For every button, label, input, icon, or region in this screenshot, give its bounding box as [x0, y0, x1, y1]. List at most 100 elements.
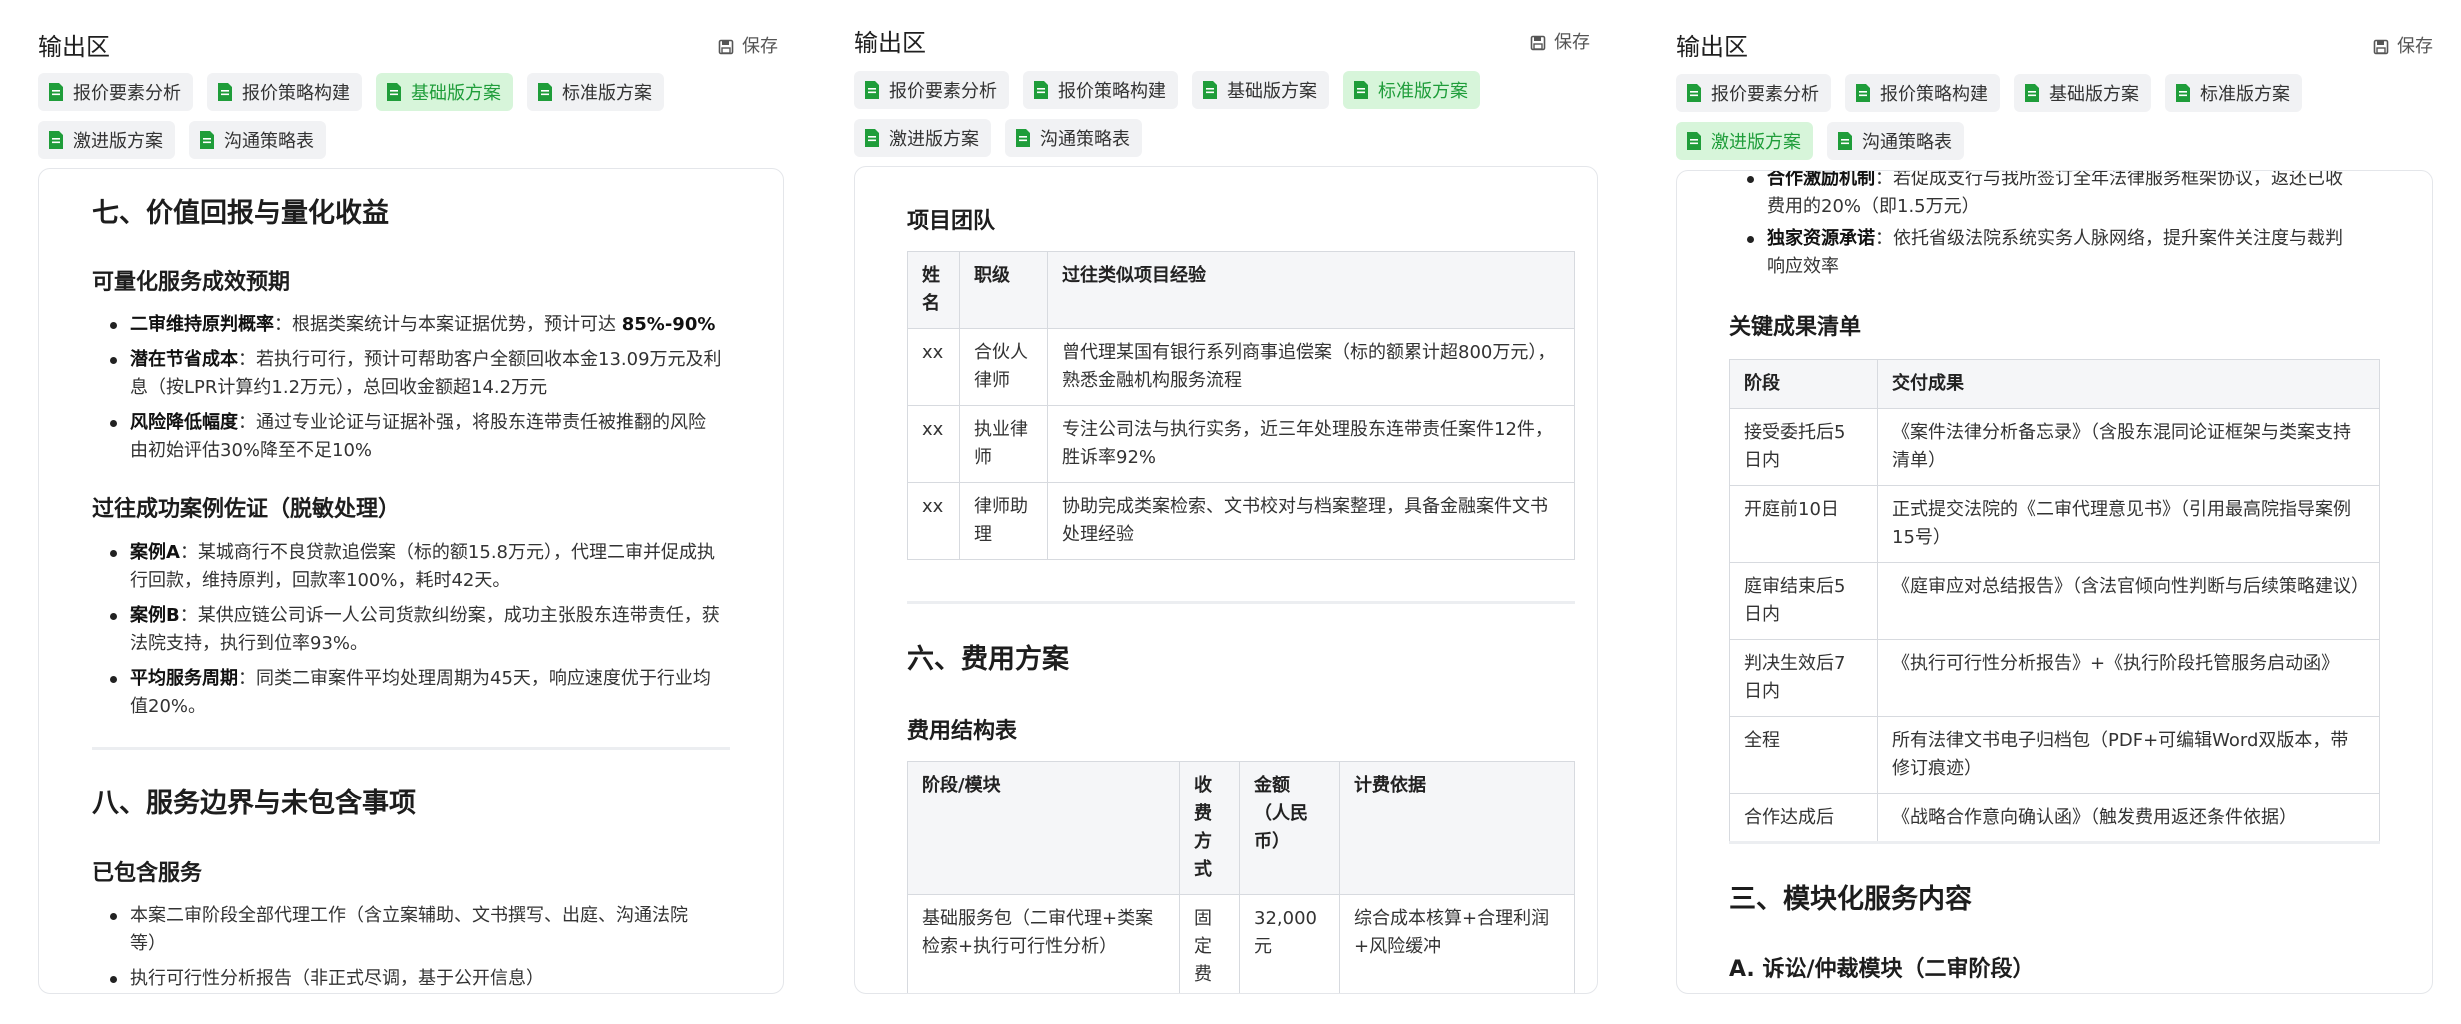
table-row: 开庭前10日 正式提交法院的《二审代理意见书》（引用最高院指导案例15号）	[1729, 485, 2380, 563]
list-item: 平均服务周期：同类二审案件平均处理周期为45天，响应速度优于行业均 值20%。	[92, 665, 730, 721]
document-card[interactable]: 合作激励机制：若促成支行与我所签订全年法律服务框架协议，返还已收 费用的20%（即…	[1676, 170, 2433, 994]
subsection-heading: 过往成功案例佐证（脱敏处理）	[92, 497, 401, 522]
tab-label: 基础版方案	[2049, 84, 2139, 105]
save-label: 保存	[742, 36, 778, 57]
tab-quote-strategy[interactable]: 报价策略构建	[1023, 71, 1178, 109]
table-header: 阶段/模块	[907, 761, 1180, 895]
document-icon	[1203, 81, 1217, 99]
panel-title: 输出区	[38, 33, 110, 61]
tab-basic-plan[interactable]: 基础版方案	[376, 73, 513, 111]
document-card[interactable]: 七、价值回报与量化收益 可量化服务成效预期 二审维持原判概率：根据类案统计与本案…	[38, 168, 784, 994]
document-icon	[49, 83, 63, 101]
save-icon	[1530, 35, 1546, 51]
tab-quote-factor-analysis[interactable]: 报价要素分析	[38, 73, 193, 111]
output-panel-3: 输出区 保存 报价要素分析 报价策略构建 基础版方案 标准版方案 激进版方案 沟…	[1638, 0, 2461, 1024]
list-item: 本案二审阶段全部代理工作（含立案辅助、文书撰写、出庭、沟通法院 等）	[92, 902, 730, 958]
tab-label: 基础版方案	[1227, 81, 1317, 102]
section-heading: 七、价值回报与量化收益	[92, 198, 389, 229]
table-row: 判决生效后7日内 《执行可行性分析报告》+《执行阶段托管服务启动函》	[1729, 639, 2380, 717]
tab-quote-strategy[interactable]: 报价策略构建	[207, 73, 362, 111]
panel-header: 输出区 保存	[1676, 30, 2433, 64]
list-item: 案例A：某城商行不良贷款追偿案（标的额15.8万元），代理二审并促成执 行回款，维…	[92, 539, 730, 595]
panel-title: 输出区	[1676, 33, 1748, 61]
list-item: 独家资源承诺：依托省级法院系统实务人脉网络，提升案件关注度与裁判 响应效率	[1729, 225, 2380, 281]
document-icon	[1034, 81, 1048, 99]
divider	[1729, 841, 2380, 844]
divider	[907, 601, 1575, 604]
table-row: xx 律师助理 协助完成类案检索、文书校对与档案整理，具备金融案件文书处理经验	[907, 482, 1575, 560]
document-icon	[538, 83, 552, 101]
deliverables-table: 阶段 交付成果 接受委托后5日内 《案件法律分析备忘录》（含股东混同论证框架与类案…	[1729, 359, 2380, 843]
table-row: xx 合伙人律师 曾代理某国有银行系列商事追偿案（标的额累计超800万元），熟悉金融…	[907, 328, 1575, 406]
table-header: 收费方式	[1179, 761, 1240, 895]
list-item: 二审维持原判概率：根据类案统计与本案证据优势，预计可达 85%-90%	[92, 311, 730, 339]
table-row: 庭审结束后5日内 《庭审应对总结报告》（含法官倾向性判断与后续策略建议）	[1729, 562, 2380, 640]
tab-label: 沟通策略表	[1862, 132, 1952, 153]
table-header: 计费依据	[1339, 761, 1575, 895]
tab-label: 报价要素分析	[1711, 84, 1819, 105]
table-header: 阶段	[1729, 359, 1878, 409]
tab-standard-plan[interactable]: 标准版方案	[2165, 74, 2302, 112]
document-icon	[218, 83, 232, 101]
tab-standard-plan[interactable]: 标准版方案	[527, 73, 664, 111]
output-panel-1: 输出区 保存 报价要素分析 报价策略构建 基础版方案 标准版方案 激进版方案 沟…	[0, 0, 816, 1024]
document-card[interactable]: 项目团队 姓名 职级 过往类似项目经验 xx 合伙人律师 曾代理某国有银行系列商事追…	[854, 166, 1598, 994]
tab-quote-strategy[interactable]: 报价策略构建	[1845, 74, 2000, 112]
save-button[interactable]: 保存	[2373, 32, 2433, 62]
save-label: 保存	[1554, 32, 1590, 53]
tab-basic-plan[interactable]: 基础版方案	[2014, 74, 2151, 112]
tab-label: 沟通策略表	[224, 131, 314, 152]
document-icon	[1687, 132, 1701, 150]
save-button[interactable]: 保存	[718, 32, 778, 62]
tab-communication-table[interactable]: 沟通策略表	[189, 121, 326, 159]
document-icon	[1016, 129, 1030, 147]
table-row: 接受委托后5日内 《案件法律分析备忘录》（含股东混同论证框架与类案支持清单）	[1729, 408, 2380, 486]
tab-label: 标准版方案	[2200, 84, 2290, 105]
save-button[interactable]: 保存	[1530, 28, 1590, 58]
panel-title: 输出区	[854, 29, 926, 57]
table-row: 合作达成后 《战略合作意向确认函》（触发费用返还条件依据）	[1729, 793, 2380, 843]
section-heading: 三、模块化服务内容	[1729, 884, 1972, 915]
tab-basic-plan[interactable]: 基础版方案	[1192, 71, 1329, 109]
document-icon	[865, 81, 879, 99]
team-table: 姓名 职级 过往类似项目经验 xx 合伙人律师 曾代理某国有银行系列商事追偿案（标的…	[907, 251, 1575, 560]
document-icon	[200, 131, 214, 149]
tab-standard-plan[interactable]: 标准版方案	[1343, 71, 1480, 109]
tab-bar: 报价要素分析 报价策略构建 基础版方案 标准版方案 激进版方案 沟通策略表	[1676, 74, 2421, 160]
save-icon	[2373, 39, 2389, 55]
tab-label: 沟通策略表	[1040, 129, 1130, 150]
table-header: 交付成果	[1877, 359, 2380, 409]
panel-header: 输出区 保存	[854, 26, 1590, 60]
document-icon	[387, 83, 401, 101]
document-icon	[1354, 81, 1368, 99]
table-row: xx 执业律师 专注公司法与执行实务，近三年处理股东连带责任案件12件，胜诉率92%	[907, 405, 1575, 483]
document-content: 合作激励机制：若促成支行与我所签订全年法律服务框架协议，返还已收 费用的20%（即…	[1729, 171, 2380, 993]
document-content: 七、价值回报与量化收益 可量化服务成效预期 二审维持原判概率：根据类案统计与本案…	[92, 169, 730, 993]
list-item: 合作激励机制：若促成支行与我所签订全年法律服务框架协议，返还已收 费用的20%（即…	[1729, 171, 2380, 221]
table-header: 过往类似项目经验	[1047, 251, 1575, 329]
tab-label: 基础版方案	[411, 83, 501, 104]
table-row: 基础服务包（二审代理+类案检索+执行可行性分析）固定费用32,000元综合成本核…	[907, 894, 1575, 993]
tab-aggressive-plan[interactable]: 激进版方案	[1676, 122, 1813, 160]
tab-aggressive-plan[interactable]: 激进版方案	[854, 119, 991, 157]
output-panel-2: 输出区 保存 报价要素分析 报价策略构建 基础版方案 标准版方案 激进版方案 沟…	[816, 0, 1638, 1024]
tab-quote-factor-analysis[interactable]: 报价要素分析	[854, 71, 1009, 109]
tab-label: 激进版方案	[73, 131, 163, 152]
tab-aggressive-plan[interactable]: 激进版方案	[38, 121, 175, 159]
list-item: 案例B：某供应链公司诉一人公司货款纠纷案，成功主张股东连带责任，获 法院支持，执行…	[92, 602, 730, 658]
table-header: 金额（人民币）	[1239, 761, 1340, 895]
tab-communication-table[interactable]: 沟通策略表	[1005, 119, 1142, 157]
document-icon	[1687, 84, 1701, 102]
tab-communication-table[interactable]: 沟通策略表	[1827, 122, 1964, 160]
panel-header: 输出区 保存	[38, 30, 778, 64]
table-header: 职级	[959, 251, 1048, 329]
divider	[92, 747, 730, 750]
subsection-heading: 可量化服务成效预期	[92, 270, 291, 295]
subsection-heading: 费用结构表	[907, 719, 1018, 744]
document-icon	[1856, 84, 1870, 102]
subsection-heading: 已包含服务	[92, 861, 203, 886]
tab-quote-factor-analysis[interactable]: 报价要素分析	[1676, 74, 1831, 112]
document-icon	[865, 129, 879, 147]
subsection-heading: 项目团队	[907, 209, 996, 234]
list-item: 执行可行性分析报告（非正式尽调，基于公开信息）	[92, 965, 730, 993]
